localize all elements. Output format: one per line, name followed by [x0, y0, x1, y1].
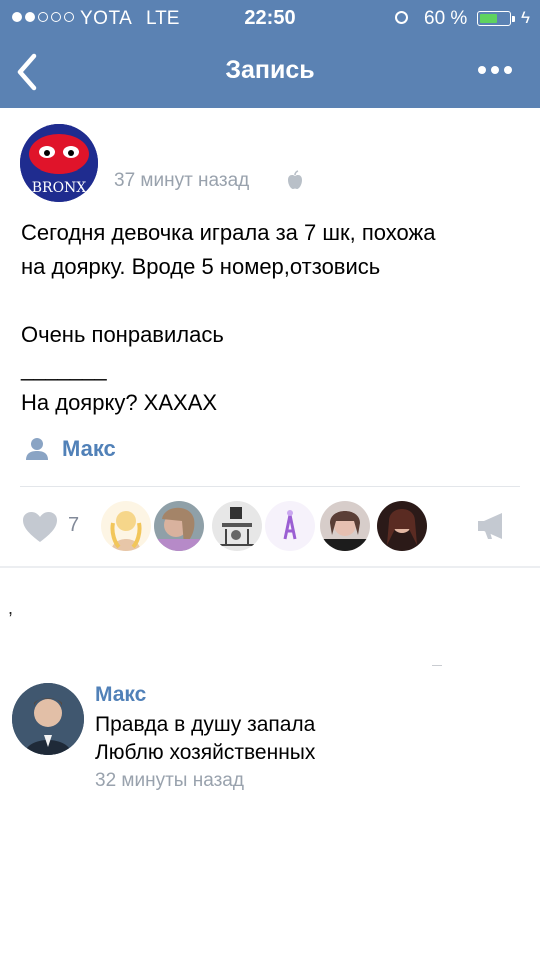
post-text-line: На доярку? ХАХАХ	[21, 390, 218, 415]
charging-icon: ϟ	[521, 8, 530, 27]
like-button[interactable]	[21, 510, 59, 549]
more-dots-icon	[478, 66, 486, 74]
signer-name: Макс	[62, 436, 116, 461]
comment-text-line: Правда в душу запала	[95, 713, 316, 736]
liker-avatar[interactable]	[320, 501, 370, 551]
liker-avatar[interactable]	[377, 501, 427, 551]
user-icon	[26, 438, 48, 460]
post-text: Сегодня девочка играла за 7 шк, похожа н…	[21, 216, 521, 420]
battery-icon	[477, 11, 511, 26]
status-bar: YOTA LTE 22:50 60 % ϟ	[0, 0, 540, 36]
liker-avatar[interactable]	[154, 501, 204, 551]
battery-level	[479, 13, 497, 23]
stray-mark	[432, 665, 442, 666]
post-signer[interactable]: Макс	[24, 434, 116, 464]
section-separator	[0, 566, 540, 568]
apple-icon	[286, 170, 304, 195]
comment-author[interactable]: Макс	[95, 683, 146, 707]
post-text-line: Очень понравилась	[21, 322, 224, 347]
post-text-line: Сегодня девочка играла за 7 шк, похожа	[21, 220, 436, 245]
battery-percent: 60 %	[424, 8, 468, 29]
liker-avatar[interactable]	[265, 501, 315, 551]
comment-time: 32 минуты назад	[95, 770, 244, 791]
alarm-icon	[395, 11, 408, 24]
community-avatar[interactable]: BRONX	[20, 124, 98, 202]
heart-icon	[23, 512, 57, 542]
divider	[20, 486, 520, 487]
page-title: Запись	[225, 56, 315, 84]
liker-avatar[interactable]	[212, 501, 262, 551]
comment-text-line: Люблю хозяйственных	[95, 741, 316, 764]
svg-text:BRONX: BRONX	[32, 180, 87, 196]
post-text-line: на доярку. Вроде 5 номер,отзовись	[21, 254, 381, 279]
post-text-line	[21, 284, 521, 318]
post-time: 37 минут назад	[114, 170, 250, 191]
stray-mark: ,	[8, 598, 14, 618]
megaphone-icon	[478, 513, 502, 539]
top-bar: YOTA LTE 22:50 60 % ϟ Запись	[0, 0, 540, 108]
more-options-button[interactable]	[470, 58, 520, 82]
comment-avatar[interactable]	[12, 683, 84, 755]
post-text-line: _______	[21, 356, 107, 381]
bronx-logo-icon: BRONX	[20, 124, 98, 202]
like-count: 7	[68, 514, 80, 536]
liker-avatar[interactable]	[101, 501, 151, 551]
share-button[interactable]	[476, 511, 508, 546]
